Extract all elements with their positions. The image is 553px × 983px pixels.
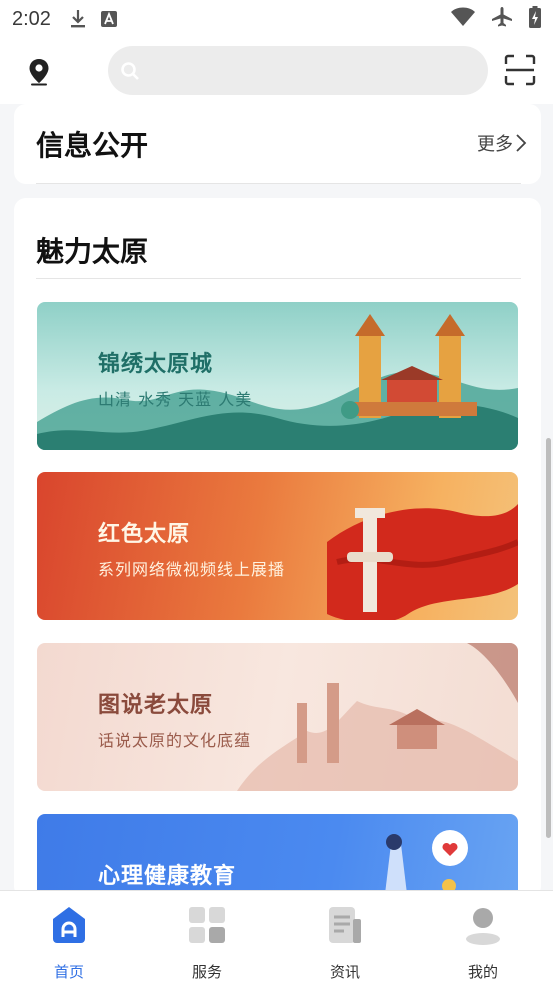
- top-header: [0, 38, 553, 104]
- nav-item-services[interactable]: 服务: [138, 891, 276, 983]
- battery-charging-icon: [529, 5, 541, 33]
- nav-label-home: 首页: [53, 963, 84, 981]
- chevron-right-icon: [516, 134, 527, 152]
- divider: [36, 278, 521, 279]
- banner-title: 锦绣太原城: [98, 352, 214, 377]
- scan-icon: [504, 54, 536, 86]
- banner-old-taiyuan[interactable]: 图说老太原 话说太原的文化底蕴: [37, 643, 518, 791]
- more-link[interactable]: 更多: [477, 130, 527, 156]
- banner-title: 图说老太原: [98, 693, 214, 718]
- info-disclosure-card: 信息公开 更多: [14, 104, 541, 184]
- wifi-icon: [451, 7, 475, 32]
- airplane-mode-icon: [491, 6, 513, 33]
- bottom-navigation: 首页 服务 资讯 我的: [0, 890, 553, 983]
- main-content: 信息公开 更多 魅力太原 锦绣太原城 山清 水秀 天蓝 人美 红色太原 系列网络…: [0, 104, 553, 890]
- location-button[interactable]: [24, 56, 54, 88]
- nav-label-services: 服务: [191, 963, 222, 981]
- nav-item-home[interactable]: 首页: [0, 891, 138, 983]
- info-card-title: 信息公开: [36, 129, 149, 162]
- home-icon: [53, 907, 85, 943]
- charm-card-title: 魅力太原: [36, 235, 149, 268]
- scrollbar[interactable]: [546, 438, 551, 838]
- user-icon: [466, 908, 500, 945]
- nav-label-profile: 我的: [467, 963, 498, 981]
- location-pin-icon: [29, 59, 49, 86]
- banner-subtitle: 话说太原的文化底蕴: [98, 731, 252, 750]
- nav-item-profile[interactable]: 我的: [414, 891, 552, 983]
- banner-title: 心理健康教育: [98, 864, 237, 889]
- more-label: 更多: [477, 134, 513, 155]
- search-input[interactable]: [148, 61, 468, 80]
- status-bar: 2:02: [0, 0, 553, 38]
- news-icon: [329, 907, 361, 943]
- grid-icon: [189, 907, 225, 943]
- banner-title: 红色太原: [98, 522, 191, 547]
- scan-button[interactable]: [504, 54, 536, 86]
- banner-subtitle: 山清 水秀 天蓝 人美: [98, 390, 253, 409]
- status-time: 2:02: [12, 7, 51, 30]
- nav-item-news[interactable]: 资讯: [276, 891, 414, 983]
- search-icon: [121, 61, 139, 80]
- banner-subtitle: 系列网络微视频线上展播: [98, 560, 286, 579]
- banner-jinxiu-taiyuan[interactable]: 锦绣太原城 山清 水秀 天蓝 人美: [37, 302, 518, 450]
- nav-label-news: 资讯: [329, 963, 360, 981]
- app-notification-icon: [100, 11, 117, 27]
- banner-red-taiyuan[interactable]: 红色太原 系列网络微视频线上展播: [37, 472, 518, 620]
- download-icon: [69, 9, 87, 29]
- banner-mental-health[interactable]: 心理健康教育: [37, 814, 518, 890]
- charm-taiyuan-card: 魅力太原 锦绣太原城 山清 水秀 天蓝 人美 红色太原 系列网络微视频线上展播 …: [14, 198, 541, 890]
- search-bar[interactable]: [108, 46, 488, 95]
- divider: [36, 183, 521, 184]
